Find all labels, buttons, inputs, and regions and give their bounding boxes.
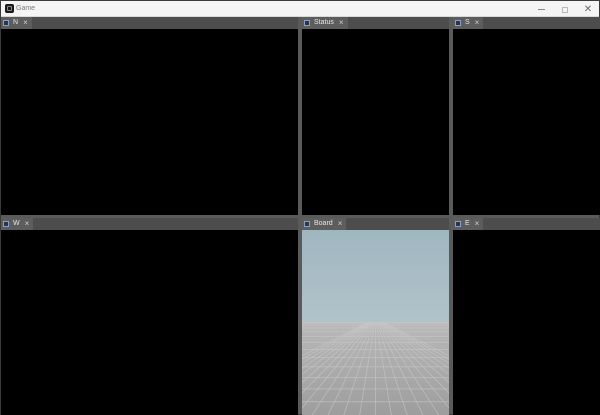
tab-close-icon[interactable]: × — [475, 218, 480, 230]
panel-s: S × — [453, 17, 600, 215]
close-icon: ✕ — [583, 4, 593, 15]
tab-e[interactable]: E × — [453, 218, 484, 230]
panel-n: N × — [1, 17, 298, 215]
tab-label: N — [13, 19, 19, 26]
panel-status: Status × — [302, 17, 449, 215]
tab-status[interactable]: Status × — [302, 17, 348, 29]
panel-w: W × — [1, 218, 298, 415]
panel-n-viewport[interactable] — [1, 29, 298, 215]
panel-status-viewport[interactable] — [302, 29, 449, 215]
tab-close-icon[interactable]: × — [338, 218, 343, 230]
tiled-floor — [302, 321, 449, 415]
minimize-icon — [537, 9, 545, 11]
tab-label: Status — [314, 19, 334, 26]
tab-label: S — [465, 19, 470, 26]
tab-close-icon[interactable]: × — [23, 17, 28, 29]
panel-header: N × — [1, 17, 298, 29]
tab-board[interactable]: Board × — [302, 218, 347, 230]
panel-s-viewport[interactable] — [453, 29, 600, 215]
panel-window-icon — [3, 221, 9, 227]
tab-close-icon[interactable]: × — [475, 17, 480, 29]
tab-w[interactable]: W × — [1, 218, 34, 230]
panel-window-icon — [455, 20, 461, 26]
panel-window-icon — [304, 20, 310, 26]
panel-header: S × — [453, 17, 600, 29]
panel-header: Status × — [302, 17, 449, 29]
tab-close-icon[interactable]: × — [25, 218, 30, 230]
panel-window-icon — [304, 221, 310, 227]
panel-header: E × — [453, 218, 600, 230]
panel-w-viewport[interactable] — [1, 230, 298, 415]
panel-header: Board × — [302, 218, 449, 230]
tab-s[interactable]: S × — [453, 17, 484, 29]
panel-e-viewport[interactable] — [453, 230, 600, 415]
panel-header: W × — [1, 218, 298, 230]
tab-close-icon[interactable]: × — [339, 17, 344, 29]
panel-window-icon — [3, 20, 9, 26]
app-icon — [5, 4, 14, 13]
tab-label: E — [465, 220, 470, 227]
close-button[interactable]: ✕ — [575, 1, 600, 17]
title-bar[interactable]: Game ✕ — [1, 1, 599, 17]
panel-e: E × — [453, 218, 600, 415]
tab-n[interactable]: N × — [1, 17, 32, 29]
minimize-button[interactable] — [528, 1, 554, 17]
panel-board: Board × — [302, 218, 449, 415]
tab-label: Board — [314, 220, 333, 227]
tab-label: W — [13, 220, 20, 227]
game-window: Game ✕ N × Status × S × W × Board × E × — [0, 0, 600, 415]
panel-window-icon — [455, 221, 461, 227]
window-title: Game — [16, 5, 36, 12]
board-3d-viewport[interactable] — [302, 230, 449, 415]
maximize-icon — [562, 6, 568, 13]
